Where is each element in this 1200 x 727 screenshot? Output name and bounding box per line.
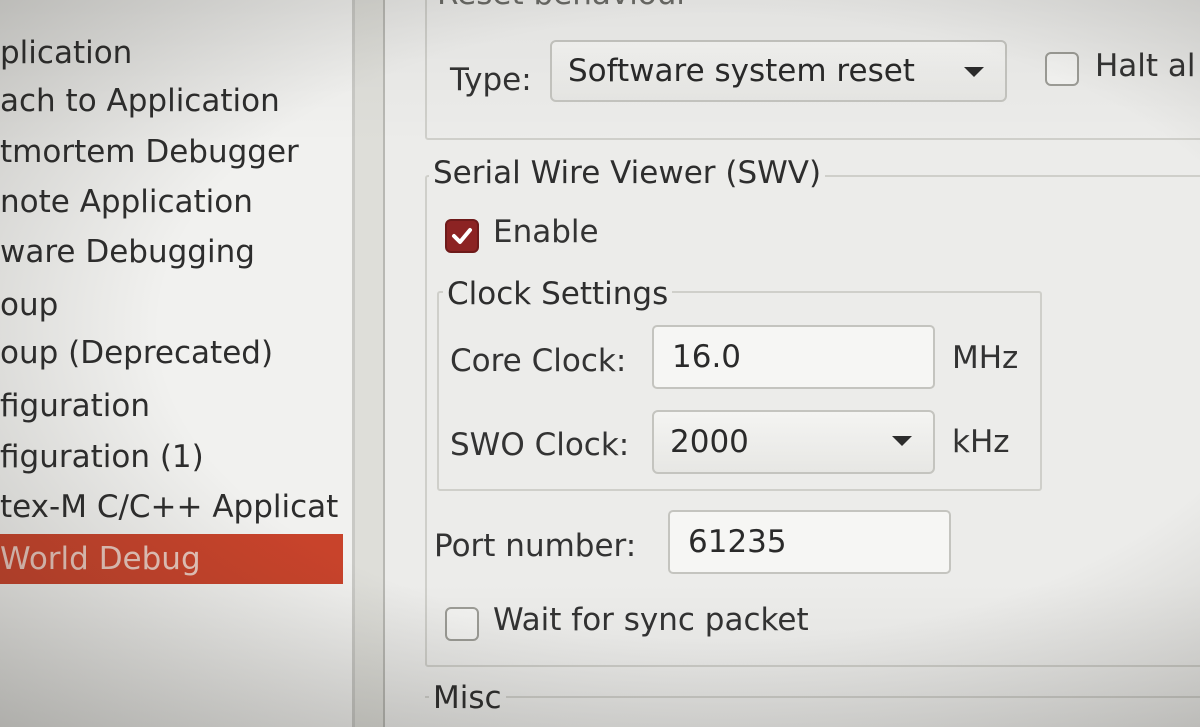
launch-config-tree[interactable]: plication ach to Application tmortem Deb… — [0, 0, 355, 727]
core-clock-value: 16.0 — [672, 339, 742, 375]
screen: plication ach to Application tmortem Deb… — [0, 0, 1200, 727]
tree-item-label: plication — [0, 35, 133, 71]
swo-clock-label: SWO Clock: — [450, 427, 630, 463]
halt-label: Halt al — [1095, 48, 1196, 84]
tree-item[interactable]: ware Debugging — [0, 228, 343, 276]
port-number-input[interactable]: 61235 — [668, 510, 951, 574]
tree-item-label: oup — [0, 287, 59, 323]
port-number-value: 61235 — [688, 524, 787, 560]
chevron-down-icon — [892, 436, 912, 446]
reset-type-label: Type: — [450, 62, 532, 98]
chevron-down-icon — [964, 67, 984, 77]
reset-type-select[interactable]: Software system reset — [550, 40, 1007, 102]
debugger-settings-panel: Reset behaviour Type: Software system re… — [385, 0, 1200, 727]
sync-packet-checkbox[interactable] — [445, 607, 479, 641]
swv-enable-label: Enable — [493, 214, 599, 250]
port-number-label: Port number: — [434, 528, 637, 564]
tree-item[interactable]: plication — [0, 29, 343, 77]
panel-gap — [355, 0, 385, 727]
check-icon — [452, 228, 472, 244]
tree-item[interactable]: note Application — [0, 178, 343, 226]
tree-item[interactable]: figuration — [0, 382, 343, 430]
tree-item[interactable]: tex-M C/C++ Applicat — [0, 483, 343, 531]
tree-item-label: figuration — [0, 388, 150, 424]
tree-item-label: ach to Application — [0, 83, 280, 119]
tree-item[interactable]: figuration (1) — [0, 433, 343, 481]
tree-item-label: figuration (1) — [0, 439, 204, 475]
clock-settings-title: Clock Settings — [443, 276, 673, 312]
misc-group-border — [425, 696, 1200, 698]
swo-clock-select[interactable]: 2000 — [652, 410, 935, 474]
tree-item-label: tmortem Debugger — [0, 134, 299, 170]
tree-item-selected[interactable]: World Debug — [0, 534, 343, 584]
swv-group-title: Serial Wire Viewer (SWV) — [429, 155, 826, 191]
misc-group-title: Misc — [429, 680, 506, 716]
tree-item[interactable]: oup — [0, 281, 343, 329]
tree-item[interactable]: tmortem Debugger — [0, 128, 343, 176]
swo-clock-value: 2000 — [670, 424, 749, 460]
reset-type-value: Software system reset — [568, 53, 915, 89]
tree-item[interactable]: oup (Deprecated) — [0, 329, 343, 377]
reset-behaviour-title: Reset behaviour — [433, 0, 694, 12]
swv-enable-checkbox[interactable] — [445, 219, 479, 253]
core-clock-unit: MHz — [952, 340, 1019, 376]
tree-item-label: oup (Deprecated) — [0, 335, 274, 371]
sync-packet-label: Wait for sync packet — [493, 602, 809, 638]
tree-item-label: tex-M C/C++ Applicat — [0, 489, 339, 525]
halt-checkbox[interactable] — [1045, 52, 1079, 86]
core-clock-input[interactable]: 16.0 — [652, 325, 935, 389]
swo-clock-unit: kHz — [952, 424, 1010, 460]
tree-item-label: note Application — [0, 184, 253, 220]
tree-item-label: ware Debugging — [0, 234, 255, 270]
tree-item[interactable]: ach to Application — [0, 77, 343, 125]
core-clock-label: Core Clock: — [450, 343, 627, 379]
tree-item-label: World Debug — [0, 541, 201, 577]
